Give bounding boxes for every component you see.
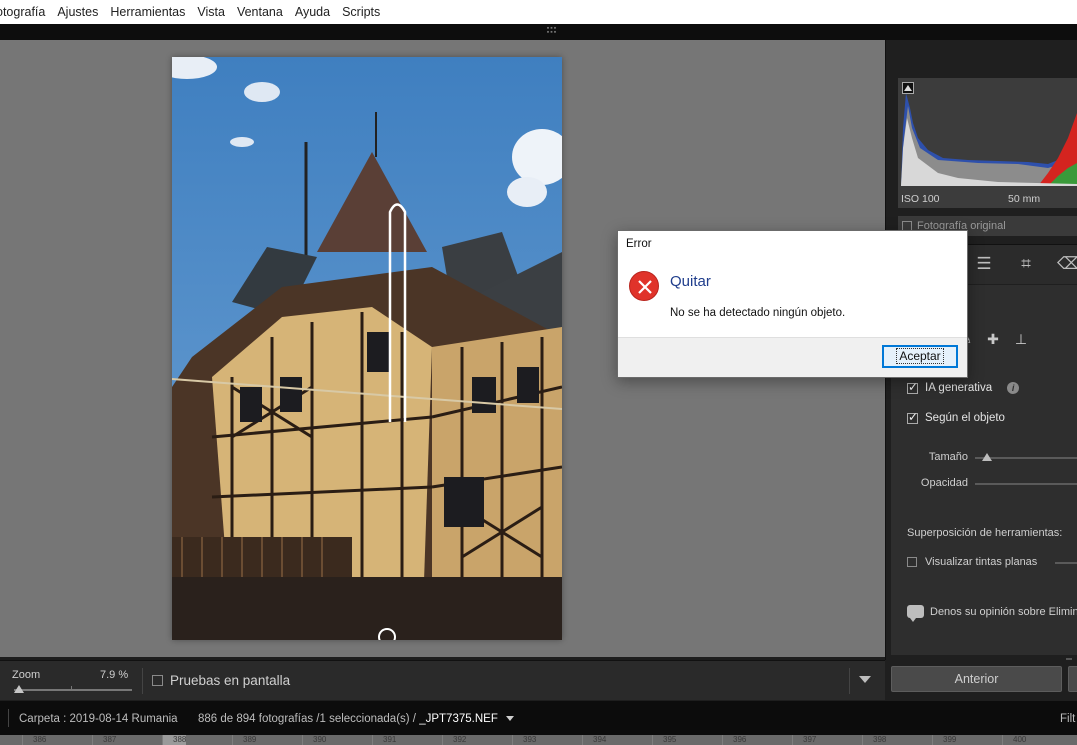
segun-objeto-label: Según el objeto <box>925 412 1005 424</box>
focal-label: 50 mm <box>1008 193 1041 205</box>
menu-ventana[interactable]: Ventana <box>231 5 289 19</box>
film-cell[interactable]: 386 <box>22 735 46 745</box>
menu-vista[interactable]: Vista <box>191 5 231 19</box>
photo-count[interactable]: 886 de 894 fotografías /1 seleccionada(s… <box>198 713 515 725</box>
aceptar-label: Aceptar <box>896 348 944 364</box>
film-cell[interactable]: 387 <box>92 735 116 745</box>
film-cell[interactable]: 399 <box>932 735 956 745</box>
castle-photo <box>172 57 562 640</box>
menu-ajustes[interactable]: Ajustes <box>51 5 104 19</box>
film-cell[interactable]: 396 <box>722 735 746 745</box>
film-cell-selected[interactable]: 388 <box>162 735 187 745</box>
filmstrip[interactable]: 386 387 388 389 390 391 392 393 394 395 … <box>0 735 1077 745</box>
soft-proof-label: Pruebas en pantalla <box>170 673 291 688</box>
menu-herramientas[interactable]: Herramientas <box>104 5 191 19</box>
dialog-heading: Quitar <box>670 273 711 290</box>
menu-fotografia[interactable]: otografía <box>0 5 51 19</box>
stamp-icon[interactable]: ⊥ <box>1012 330 1030 348</box>
info-icon[interactable]: i <box>1007 382 1020 394</box>
tintas-row[interactable]: Visualizar tintas planas <box>907 556 1037 568</box>
ia-generativa-checkbox[interactable] <box>907 380 918 394</box>
tintas-slider[interactable] <box>1055 562 1077 564</box>
zoom-label: Zoom <box>12 669 41 681</box>
toolbar-divider <box>142 668 143 694</box>
film-cell[interactable]: 395 <box>652 735 676 745</box>
soft-proof-checkbox[interactable] <box>152 675 163 686</box>
film-cell[interactable]: 394 <box>582 735 606 745</box>
status-bar: Carpeta : 2019-08-14 Rumania 886 de 894 … <box>0 701 1077 735</box>
bottom-toolbar <box>0 660 885 700</box>
menu-bar: otografía Ajustes Herramientas Vista Ven… <box>0 0 1077 24</box>
heal-icon[interactable]: ✚ <box>984 330 1002 348</box>
file-name-chevron-icon[interactable] <box>506 716 515 722</box>
tintas-label: Visualizar tintas planas <box>925 556 1038 568</box>
error-x-icon <box>629 271 659 301</box>
zoom-slider-tick <box>71 686 72 690</box>
histogram-graph <box>901 93 1077 186</box>
film-cell[interactable]: 391 <box>372 735 396 745</box>
film-cell[interactable]: 397 <box>792 735 816 745</box>
folder-label[interactable]: Carpeta : 2019-08-14 Rumania <box>19 713 178 725</box>
film-cell[interactable]: 398 <box>862 735 886 745</box>
chat-bubble-icon <box>907 605 924 622</box>
filter-label[interactable]: Filt <box>1060 713 1075 725</box>
toolbar-menu-chevron-icon[interactable] <box>859 676 871 683</box>
lightroom-window: otografía Ajustes Herramientas Vista Ven… <box>0 0 1077 745</box>
tintas-checkbox[interactable] <box>907 557 917 567</box>
feedback-link[interactable]: Denos su opinión sobre Eliminar <box>907 605 1077 622</box>
opacidad-slider[interactable] <box>975 483 1077 485</box>
zoom-slider-thumb[interactable] <box>14 685 24 693</box>
iso-label: ISO 100 <box>901 193 940 205</box>
menu-scripts[interactable]: Scripts <box>336 5 386 19</box>
dialog-title: Error <box>626 238 652 250</box>
segun-objeto-row[interactable]: Según el objeto <box>907 410 1005 424</box>
segun-objeto-checkbox[interactable] <box>907 410 918 424</box>
dialog-message: No se ha detectado ningún objeto. <box>670 307 846 319</box>
film-cell[interactable]: 393 <box>512 735 536 745</box>
top-panel-strip <box>0 24 1077 40</box>
photo-count-text: 886 de 894 fotografías /1 seleccionada(s… <box>198 713 417 725</box>
restablecer-button[interactable] <box>1068 666 1077 692</box>
sliders-icon[interactable]: ☰ <box>973 253 995 275</box>
ia-generativa-label: IA generativa <box>925 382 993 394</box>
tamano-label: Tamaño <box>928 451 968 463</box>
opacidad-label: Opacidad <box>920 477 968 489</box>
film-cell[interactable]: 392 <box>442 735 466 745</box>
menu-ayuda[interactable]: Ayuda <box>289 5 336 19</box>
film-cell[interactable]: 389 <box>232 735 256 745</box>
anterior-button[interactable]: Anterior <box>891 666 1062 692</box>
error-dialog: Error Quitar No se ha detectado ningún o… <box>617 230 968 378</box>
crop-icon[interactable]: ⌗ <box>1015 253 1037 275</box>
panel-grip-icon[interactable]: ▪▪▪ ▪▪▪ <box>546 25 558 36</box>
shadow-clipping-icon[interactable] <box>902 82 914 94</box>
eraser-icon[interactable]: ⌫ <box>1057 253 1077 275</box>
status-divider <box>8 709 9 727</box>
zoom-slider[interactable] <box>14 689 132 691</box>
aceptar-button[interactable]: Aceptar <box>882 345 958 368</box>
photo-preview[interactable] <box>172 57 562 640</box>
film-cell[interactable]: 390 <box>302 735 326 745</box>
file-name[interactable]: _JPT7375.NEF <box>419 713 498 725</box>
ia-generativa-row[interactable]: IA generativa i <box>907 380 1020 394</box>
soft-proof-row[interactable]: Pruebas en pantalla <box>152 673 290 688</box>
histogram[interactable] <box>898 78 1077 208</box>
tamano-slider-thumb[interactable] <box>982 453 992 461</box>
toolbar-divider <box>849 668 850 694</box>
film-cell[interactable]: 400 <box>1002 735 1026 745</box>
zoom-value: 7.9 % <box>100 669 129 681</box>
feedback-label: Denos su opinión sobre Eliminar <box>930 605 1077 618</box>
superposicion-label: Superposición de herramientas: <box>907 527 1063 539</box>
